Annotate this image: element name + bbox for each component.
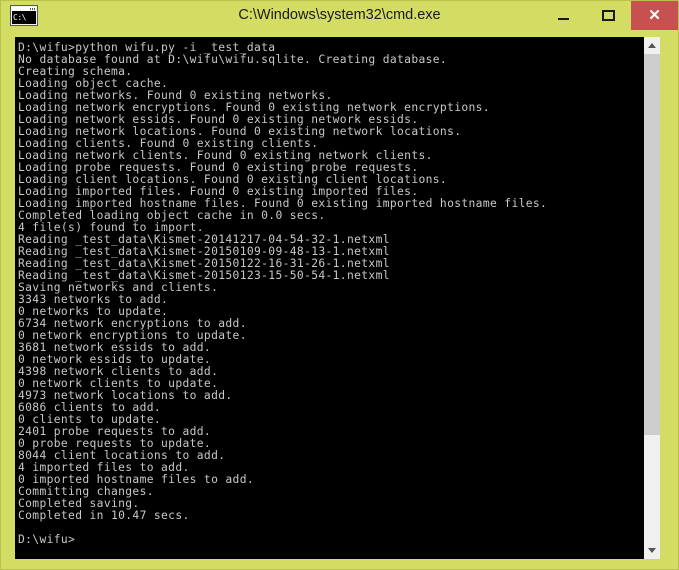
- close-icon: ✕: [648, 7, 661, 24]
- title-bar[interactable]: C:\ C:\Windows\system32\cmd.exe ✕: [1, 1, 678, 30]
- minimize-icon: [558, 17, 569, 20]
- scrollbar-track[interactable]: [644, 54, 660, 542]
- maximize-icon: [602, 10, 615, 21]
- maximize-button[interactable]: [586, 1, 631, 30]
- minimize-button[interactable]: [541, 1, 586, 30]
- icon-title-dots: [30, 8, 35, 10]
- console-line: Completed in 10.47 secs.: [18, 509, 190, 522]
- console-output[interactable]: D:\wifu>python wifu.py -i _test_data No d…: [15, 37, 643, 559]
- scrollbar-thumb[interactable]: [644, 54, 660, 435]
- cmd-window-icon: C:\: [10, 5, 38, 26]
- scroll-up-button[interactable]: [644, 37, 660, 54]
- console-area: D:\wifu>python wifu.py -i _test_data No d…: [15, 37, 660, 559]
- console-line: D:\wifu>: [18, 533, 76, 546]
- scroll-down-button[interactable]: [644, 542, 660, 559]
- console-scrollbar[interactable]: [643, 37, 660, 559]
- icon-prompt-text: C:\: [12, 11, 36, 24]
- cmd-window: C:\ C:\Windows\system32\cmd.exe ✕ D:\wif…: [0, 0, 679, 570]
- close-button[interactable]: ✕: [631, 1, 678, 30]
- chevron-up-icon: [648, 43, 656, 48]
- chevron-down-icon: [648, 548, 656, 553]
- window-controls: ✕: [541, 1, 678, 30]
- icon-title-strip: [12, 7, 36, 11]
